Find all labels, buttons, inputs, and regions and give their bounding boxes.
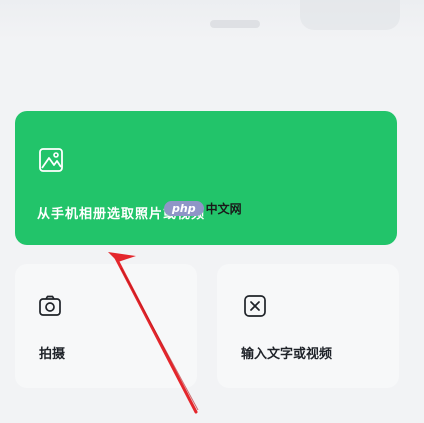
shoot-tile-label: 拍摄 xyxy=(39,347,66,362)
text-input-tile-label: 输入文字或视频 xyxy=(241,347,333,362)
blurred-element xyxy=(210,20,260,28)
watermark-site: 中文网 xyxy=(205,202,242,216)
watermark: php 中文网 xyxy=(164,200,242,217)
camera-icon xyxy=(39,295,61,316)
top-blurred-area xyxy=(0,0,424,40)
image-icon xyxy=(39,148,63,172)
shoot-tile[interactable]: 拍摄 xyxy=(15,264,197,388)
album-picker-card[interactable]: 从手机相册选取照片或视频 xyxy=(15,111,397,245)
blurred-element xyxy=(300,0,400,30)
arrow-head xyxy=(108,252,136,262)
text-input-icon xyxy=(244,295,266,317)
text-input-tile[interactable]: 输入文字或视频 xyxy=(217,264,399,388)
watermark-logo: php xyxy=(164,201,204,216)
